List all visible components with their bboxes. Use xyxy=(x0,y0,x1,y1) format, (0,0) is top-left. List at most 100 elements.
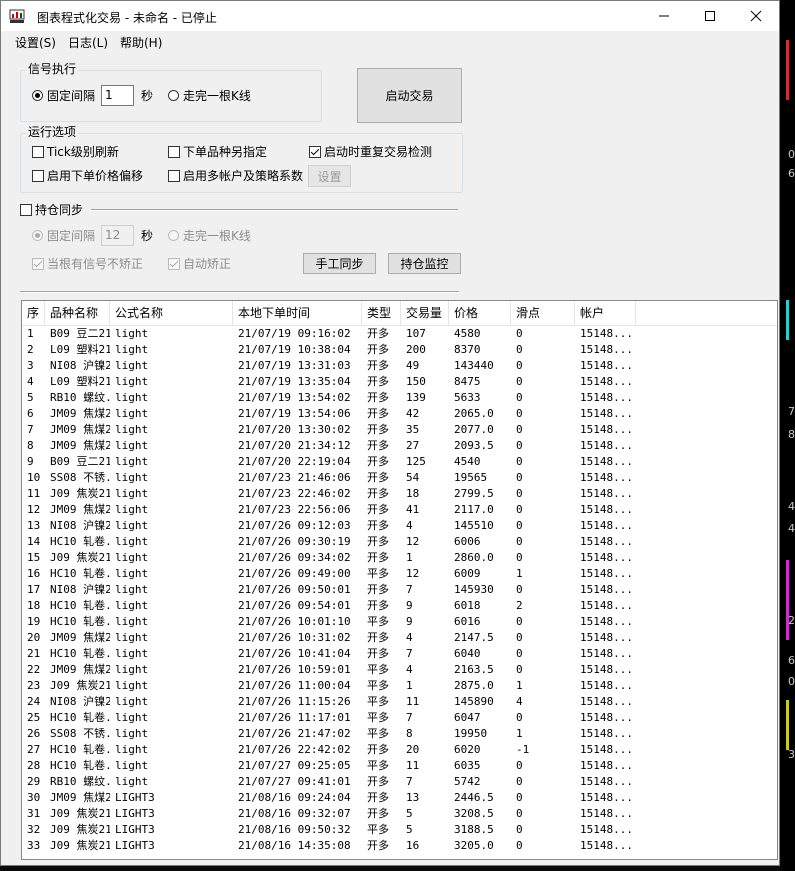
cell-col-symbol: JM09 焦煤2109 xyxy=(50,407,110,420)
auto-correct-checkbox[interactable] xyxy=(168,258,180,270)
table-row[interactable]: 26 SS08 不锈... light 21/07/26 21:47:02 平多 8 199… xyxy=(22,726,777,742)
signal-bar-complete-label[interactable]: 走完一根K线 xyxy=(183,89,251,103)
table-row[interactable]: 27 HC10 轧卷... light 21/07/26 22:42:02 开多 20 60… xyxy=(22,742,777,758)
multi-account-label[interactable]: 启用多帐户及策略系数 xyxy=(183,169,303,183)
table-row[interactable]: 33 J09 焦炭2109 LIGHT3 21/08/16 14:35:08 开多 16 3… xyxy=(22,838,777,854)
table-row[interactable]: 21 HC10 轧卷... light 21/07/26 10:41:04 开多 7 604… xyxy=(22,646,777,662)
table-row[interactable]: 19 HC10 轧卷... light 21/07/26 10:01:10 平多 9 601… xyxy=(22,614,777,630)
header-col-formula[interactable]: 公式名称 xyxy=(110,301,233,325)
table-row[interactable]: 28 HC10 轧卷... light 21/07/27 09:25:05 平多 11 60… xyxy=(22,758,777,774)
table-row[interactable]: 32 J09 焦炭2109 LIGHT3 21/08/16 09:50:32 平多 5 31… xyxy=(22,822,777,838)
restart-check-label[interactable]: 启动时重复交易检测 xyxy=(324,145,432,159)
table-row[interactable]: 7 JM09 焦煤2109 light 21/07/20 13:30:02 开多 35 20… xyxy=(22,422,777,438)
table-row[interactable]: 22 JM09 焦煤2109 light 21/07/26 10:59:01 平多 4 21… xyxy=(22,662,777,678)
trade-list[interactable]: 序品种名称公式名称本地下单时间类型交易量价格滑点帐户 1 B09 豆二2109 li… xyxy=(21,300,778,860)
cell-col-time: 21/08/16 09:24:04 xyxy=(238,791,351,804)
price-offset-label[interactable]: 启用下单价格偏移 xyxy=(47,169,143,183)
position-monitor-button[interactable]: 持仓监控 xyxy=(388,253,461,274)
cell-col-index: 1 xyxy=(27,327,34,340)
signal-fixed-interval-label[interactable]: 固定间隔 xyxy=(47,89,95,103)
restart-check-checkbox[interactable] xyxy=(309,146,321,158)
table-row[interactable]: 16 HC10 轧卷... light 21/07/26 09:49:00 平多 12 60… xyxy=(22,566,777,582)
menu-log[interactable]: 日志(L) xyxy=(68,34,108,51)
alt-symbol-label[interactable]: 下单品种另指定 xyxy=(183,145,267,159)
cell-col-time: 21/07/20 21:34:12 xyxy=(238,439,351,452)
table-row[interactable]: 15 J09 焦炭2109 light 21/07/26 09:34:02 开多 1 286… xyxy=(22,550,777,566)
table-row[interactable]: 8 JM09 焦煤2109 light 21/07/20 21:34:12 开多 27 20… xyxy=(22,438,777,454)
table-row[interactable]: 18 HC10 轧卷... light 21/07/26 09:54:01 开多 9 601… xyxy=(22,598,777,614)
sync-fixed-interval-radio[interactable] xyxy=(32,230,43,241)
header-col-index[interactable]: 序 xyxy=(22,301,45,325)
options-settings-button[interactable]: 设置 xyxy=(308,165,351,187)
table-row[interactable]: 2 L09 塑料2109 light 21/07/19 10:38:04 开多 200 83… xyxy=(22,342,777,358)
alt-symbol-checkbox[interactable] xyxy=(168,146,180,158)
table-row[interactable]: 25 HC10 轧卷... light 21/07/26 11:17:01 平多 7 604… xyxy=(22,710,777,726)
signal-bar-complete-radio[interactable] xyxy=(168,90,179,101)
sync-bar-complete-label[interactable]: 走完一根K线 xyxy=(183,229,251,243)
cell-col-account: 15148... xyxy=(580,647,633,660)
multi-account-checkbox[interactable] xyxy=(168,170,180,182)
auto-correct-label[interactable]: 自动矫正 xyxy=(183,257,231,271)
signal-fixed-interval-radio[interactable] xyxy=(32,90,43,101)
header-col-volume[interactable]: 交易量 xyxy=(401,301,449,325)
table-row[interactable]: 1 B09 豆二2109 light 21/07/19 09:16:02 开多 107 45… xyxy=(22,326,777,342)
tick-refresh-checkbox[interactable] xyxy=(32,146,44,158)
position-sync-checkbox[interactable] xyxy=(20,204,32,216)
sync-bar-complete-radio[interactable] xyxy=(168,230,179,241)
maximize-button[interactable] xyxy=(687,1,733,31)
position-sync-label[interactable]: 持仓同步 xyxy=(35,203,83,217)
table-row[interactable]: 31 J09 焦炭2109 LIGHT3 21/08/16 09:32:07 开多 5 32… xyxy=(22,806,777,822)
table-row[interactable]: 24 NI08 沪镍2208 light 21/07/26 11:15:26 平多 11 1… xyxy=(22,694,777,710)
title-bar[interactable]: 图表程式化交易 - 未命名 - 已停止 xyxy=(1,1,779,31)
header-col-price[interactable]: 价格 xyxy=(449,301,511,325)
cell-col-index: 26 xyxy=(27,727,41,740)
table-row[interactable]: 6 JM09 焦煤2109 light 21/07/19 13:54:06 开多 42 20… xyxy=(22,406,777,422)
table-row[interactable]: 5 RB10 螺纹... light 21/07/19 13:54:02 开多 139 56… xyxy=(22,390,777,406)
cell-col-formula: LIGHT3 xyxy=(115,839,155,852)
table-row[interactable]: 29 RB10 螺纹... light 21/07/27 09:41:01 开多 7 574… xyxy=(22,774,777,790)
no-correct-checkbox[interactable] xyxy=(32,258,44,270)
cell-col-time: 21/07/26 09:12:03 xyxy=(238,519,351,532)
header-col-time[interactable]: 本地下单时间 xyxy=(233,301,362,325)
table-header: 序品种名称 公式名称 本地下单时间 类型 交易量 价格 滑点 帐户 xyxy=(22,301,777,326)
minimize-button[interactable] xyxy=(641,1,687,31)
cell-col-formula: light xyxy=(115,519,149,532)
start-trading-button[interactable]: 启动交易 xyxy=(357,68,462,123)
cell-col-price: 145890 xyxy=(454,695,494,708)
table-row[interactable]: 10 SS08 不锈... light 21/07/23 21:46:06 开多 54 19… xyxy=(22,470,777,486)
cell-col-type: 开多 xyxy=(367,423,389,436)
header-col-type[interactable]: 类型 xyxy=(362,301,401,325)
no-correct-label[interactable]: 当根有信号不矫正 xyxy=(47,257,143,271)
price-offset-checkbox[interactable] xyxy=(32,170,44,182)
cell-col-time: 21/07/26 11:17:01 xyxy=(238,711,351,724)
sync-interval-input[interactable]: 12 xyxy=(101,225,134,246)
table-row[interactable]: 12 JM09 焦煤2109 light 21/07/23 22:56:06 开多 41 2… xyxy=(22,502,777,518)
table-row[interactable]: 11 J09 焦炭2109 light 21/07/23 22:46:02 开多 18 27… xyxy=(22,486,777,502)
table-row[interactable]: 13 NI08 沪镍2208 light 21/07/26 09:12:03 开多 4 14… xyxy=(22,518,777,534)
header-col-slippage[interactable]: 滑点 xyxy=(511,301,575,325)
cell-col-type: 开多 xyxy=(367,471,389,484)
header-col-account[interactable]: 帐户 xyxy=(575,301,636,325)
cell-col-price: 3208.5 xyxy=(454,807,494,820)
manual-sync-button[interactable]: 手工同步 xyxy=(303,253,376,274)
table-row[interactable]: 14 HC10 轧卷... light 21/07/26 09:30:19 开多 12 60… xyxy=(22,534,777,550)
signal-interval-input[interactable]: 1 xyxy=(101,85,134,106)
cell-col-symbol: HC10 轧卷... xyxy=(50,759,110,772)
close-button[interactable] xyxy=(733,1,779,31)
table-row[interactable]: 4 L09 塑料2109 light 21/07/19 13:35:04 开多 150 84… xyxy=(22,374,777,390)
menu-help[interactable]: 帮助(H) xyxy=(120,34,162,51)
table-row[interactable]: 9 B09 豆二2109 light 21/07/20 22:19:04 开多 125 45… xyxy=(22,454,777,470)
table-row[interactable]: 30 JM09 焦煤2109 LIGHT3 21/08/16 09:24:04 开多 13… xyxy=(22,790,777,806)
tick-refresh-label[interactable]: Tick级别刷新 xyxy=(47,145,119,159)
table-row[interactable]: 20 JM09 焦煤2109 light 21/07/26 10:31:02 开多 4 21… xyxy=(22,630,777,646)
cell-col-index: 23 xyxy=(27,679,41,692)
header-col-symbol[interactable]: 品种名称 xyxy=(45,301,110,325)
cell-col-formula: light xyxy=(115,647,149,660)
table-row[interactable]: 23 J09 焦炭2109 light 21/07/26 11:00:04 平多 1 287… xyxy=(22,678,777,694)
menu-settings[interactable]: 设置(S) xyxy=(15,34,56,51)
table-row[interactable]: 17 NI08 沪镍2208 light 21/07/26 09:50:01 开多 7 14… xyxy=(22,582,777,598)
table-row[interactable]: 3 NI08 沪镍2208 light 21/07/19 13:31:03 开多 49 14… xyxy=(22,358,777,374)
cell-col-volume: 1 xyxy=(406,551,413,564)
sync-fixed-interval-label[interactable]: 固定间隔 xyxy=(47,229,95,243)
cell-col-type: 开多 xyxy=(367,551,389,564)
